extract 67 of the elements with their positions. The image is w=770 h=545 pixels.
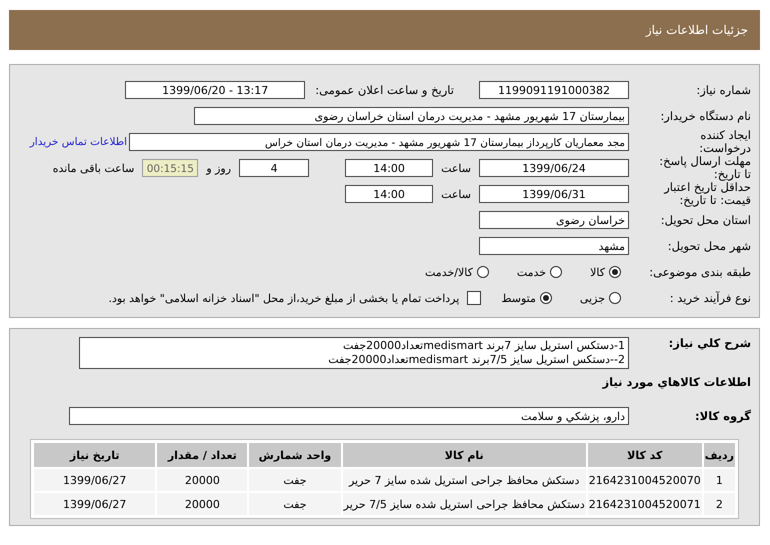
announce-date-field: 1399/06/20 - 13:17 [125,81,306,99]
radio-label: جزیی [580,292,605,304]
column-header: نام کالا [342,443,586,467]
column-header: کد کالا [588,443,702,467]
field-label: درخواست: [698,142,751,155]
field-label: مهلت ارسال پاسخ: [658,155,751,168]
radio-label: کالا/خدمت [425,266,473,278]
validity-time-field: 14:00 [345,185,434,203]
field-label: نام دستگاه خریدار: [659,110,751,122]
table-cell: دستکش محافظ جراحی استریل شده سایز 7/5 حریر [342,493,586,515]
description-line: 1-دستکس استریل سایز 7برند medismartتعداد20000جفت [342,339,625,353]
description-line: 2--دستکس استریل سایز 7/5برند medismartتعداد20000جفت [327,353,625,367]
radio-button[interactable] [540,292,552,304]
requester-field: مجد معماریان کارپرداز بیمارستان 17 شهریور مشهد - مدیریت درمان استان خراس [129,133,629,151]
field-label: شهر محل تحویل: [666,240,751,252]
radio-button[interactable] [550,266,562,278]
field-label: طبقه بندی موضوعی: [648,266,751,278]
field-label: شماره نیاز: [695,84,751,96]
table-cell: 1399/06/27 [34,469,156,491]
table-cell: 1399/06/27 [34,493,156,515]
column-header: تعداد / مقدار [157,443,248,467]
column-header: ردیف [704,443,735,467]
column-header: واحد شمارش [249,443,341,467]
radio-button[interactable] [609,266,621,278]
field-label: شرح کلي نياز: [668,337,751,350]
province-field: خراسان رضوی [479,211,629,229]
checkbox-label: پرداخت تمام یا بخشی از مبلغ خرید،از محل "اسناد خزانه اسلامی" خواهد بود. [108,292,460,304]
field-label: حداقل تاریخ اعتبار [662,181,751,194]
page-title: جزئیات اطلاعات نیاز [646,23,748,37]
field-label: تاریخ و ساعت اعلان عمومی: [315,83,454,97]
goods-group-field: دارو، پزشکي و سلامت [69,407,629,425]
table-cell: جفت [249,493,341,515]
days-field: 4 [239,159,310,177]
table-cell: 20000 [157,469,248,491]
deadline-time-field: 14:00 [345,159,434,177]
time-label: ساعت [441,188,471,200]
city-field: مشهد [479,237,629,255]
field-label: گروه کالا: [694,410,751,422]
radio-label: متوسط [501,292,536,304]
section-heading: اطلاعات کالاهاي مورد نياز [602,375,752,389]
table-cell: 2164231004520070 [588,469,702,491]
field-label: استان محل تحویل: [660,214,751,226]
table-cell: 20000 [157,493,248,515]
radio-label: کالا [590,266,605,278]
radio-button[interactable] [476,266,489,278]
radio-label: خدمت [516,266,546,278]
table-cell: دستکش محافظ جراحی استریل شده سایز 7 حریر [342,469,586,491]
radio-button[interactable] [609,292,621,304]
field-label: ایجاد کننده [699,129,751,142]
remaining-label: ساعت باقی مانده [52,162,134,174]
field-label: قیمت: تا تاریخ: [679,194,751,207]
deadline-date-field: 1399/06/24 [479,159,629,177]
checkbox[interactable] [467,291,482,305]
field-label: تا تاریخ: [714,168,751,181]
table-cell: 1 [704,469,735,491]
countdown-field: 00:15:15 [142,159,198,177]
column-header: تاریخ نیاز [34,443,156,467]
table-cell: 2 [704,493,735,515]
time-label: ساعت [441,162,471,174]
buyer-field: بیمارستان 17 شهریور مشهد - مدیریت درمان استان خراسان رضوی [194,107,629,125]
validity-date-field: 1399/06/31 [479,185,629,203]
need-number-field: 1199091191000382 [479,81,629,99]
field-label: نوع فرآیند خرید : [668,292,751,304]
buyer-contact-link[interactable]: اطلاعات تماس خریدار [30,136,127,148]
table-cell: جفت [249,469,341,491]
days-label: روز و [206,162,232,174]
table-cell: 2164231004520071 [588,493,702,515]
